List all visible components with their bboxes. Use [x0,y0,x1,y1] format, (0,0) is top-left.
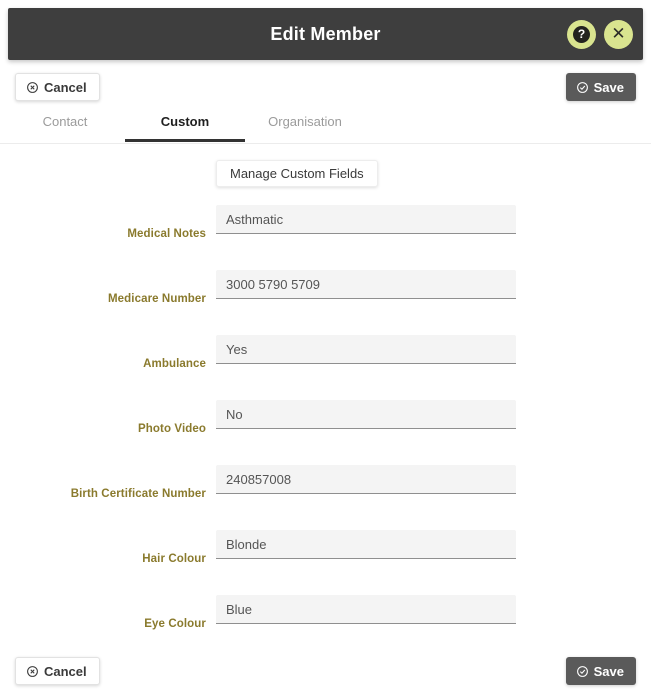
field-input-medicare-number[interactable] [216,270,516,299]
circle-x-icon [26,81,39,94]
field-label-medical-notes: Medical Notes [127,228,206,240]
field-label-hair-colour: Hair Colour [142,553,206,565]
cancel-button-bottom[interactable]: Cancel [15,657,100,685]
field-row: Ambulance [0,335,651,400]
field-input-photo-video[interactable] [216,400,516,429]
save-button-label: Save [593,663,624,679]
help-circle-icon: ? [573,25,590,43]
bottom-action-bar: Cancel Save [0,652,651,696]
save-button-bottom[interactable]: Save [565,657,636,685]
dialog-title: Edit Member [270,23,381,44]
cancel-button-label: Cancel [44,663,87,679]
field-row: Photo Video [0,400,651,465]
field-input-medical-notes[interactable] [216,205,516,234]
cancel-button-label: Cancel [44,79,87,95]
field-row: Birth Certificate Number [0,465,651,530]
manage-custom-fields-button[interactable]: Manage Custom Fields [216,160,378,187]
titlebar-actions: ? ✕ [567,8,633,60]
tab-custom[interactable]: Custom [125,112,245,142]
field-input-hair-colour[interactable] [216,530,516,559]
field-input-ambulance[interactable] [216,335,516,364]
tab-bar: Contact Custom Organisation [0,112,651,144]
field-label-medicare-number: Medicare Number [107,293,206,305]
close-button[interactable]: ✕ [604,19,633,49]
field-row: Medical Notes [0,205,651,270]
circle-x-icon [26,665,39,678]
field-label-birth-certificate-number: Birth Certificate Number [70,488,206,500]
top-action-bar: Cancel Save [0,68,651,112]
dialog-titlebar: Edit Member ? ✕ [8,8,643,60]
field-label-ambulance: Ambulance [143,358,206,370]
save-button-top[interactable]: Save [565,73,636,101]
field-row: Medicare Number [0,270,651,335]
field-input-eye-colour[interactable] [216,595,516,624]
field-input-birth-certificate-number[interactable] [216,465,516,494]
circle-check-icon [576,81,589,94]
field-label-eye-colour: Eye Colour [144,618,206,630]
cancel-button-top[interactable]: Cancel [15,73,100,101]
circle-check-icon [576,665,589,678]
custom-fields-form: Medical Notes Medicare Number Ambulance … [0,205,651,660]
tab-organisation[interactable]: Organisation [258,112,352,142]
field-label-photo-video: Photo Video [138,423,206,435]
close-icon: ✕ [611,23,626,43]
tab-contact[interactable]: Contact [22,112,108,142]
help-button[interactable]: ? [567,19,596,49]
save-button-label: Save [593,79,624,95]
field-row: Eye Colour [0,595,651,660]
field-row: Hair Colour [0,530,651,595]
